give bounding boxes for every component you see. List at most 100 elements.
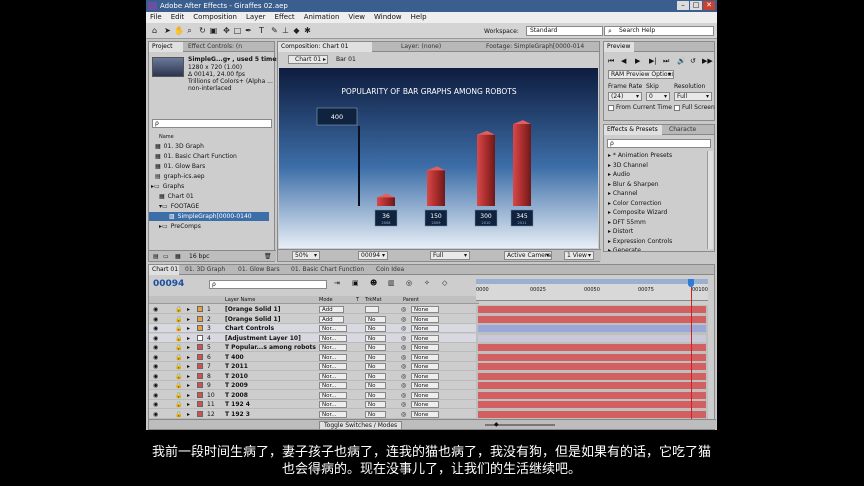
pen-tool-icon[interactable]: ✒ (244, 26, 253, 35)
layer-duration-bar[interactable] (478, 372, 706, 380)
lock-icon[interactable]: 🔒 (175, 334, 182, 343)
draft-3d-icon[interactable]: ▣ (352, 279, 359, 287)
zoom-slider-handle-icon[interactable]: ◆ (494, 421, 499, 428)
toggle-switches-modes-button[interactable]: Toggle Switches / Modes (319, 421, 403, 430)
visibility-eye-icon[interactable]: ◉ (153, 381, 158, 390)
rotate-tool-icon[interactable]: ↻ (198, 26, 207, 35)
expand-layer-icon[interactable]: ▸ (187, 315, 190, 324)
lock-icon[interactable]: 🔒 (175, 362, 182, 371)
layer-row[interactable]: ◉ 🔒 ▸ 9 T 2009 Nor... No ◎ None (149, 381, 479, 390)
layer-parent-dropdown[interactable]: None (411, 372, 440, 380)
visibility-eye-icon[interactable]: ◉ (153, 353, 158, 362)
menu-item-animation[interactable]: Animation (304, 12, 340, 23)
timeline-tab[interactable]: Coin Idea (373, 265, 415, 275)
label-color-swatch[interactable] (197, 353, 203, 360)
layer-mode-dropdown[interactable]: Nor... (319, 334, 348, 342)
new-comp-icon[interactable]: ▦ (175, 253, 181, 260)
play-icon[interactable]: ▶ (635, 56, 640, 66)
layer-mode-dropdown[interactable]: Nor... (319, 372, 348, 380)
expand-layer-icon[interactable]: ▸ (187, 372, 190, 381)
pickwhip-icon[interactable]: ◎ (401, 305, 406, 314)
workspace-dropdown[interactable]: Standard (526, 26, 603, 36)
tab-effects-presets[interactable]: Effects & Presets (604, 125, 662, 135)
expand-layer-icon[interactable]: ▸ (187, 324, 190, 333)
layer-row[interactable]: ◉ 🔒 ▸ 6 T 400 Nor... No ◎ None (149, 353, 479, 362)
layer-mode-dropdown[interactable]: Nor... (319, 382, 348, 389)
layer-row[interactable]: ◉ 🔒 ▸ 2 [Orange Solid 1] Add No ◎ None (149, 315, 479, 324)
layer-row[interactable]: ◉ 🔒 ▸ 3 Chart Controls Nor... No ◎ None (149, 324, 479, 333)
layer-row[interactable]: ◉ 🔒 ▸ 4 [Adjustment Layer 10] Nor... No ◎ None (149, 333, 479, 343)
timeline-tab[interactable]: 01. Basic Chart Function (288, 265, 370, 275)
label-color-swatch[interactable] (197, 306, 203, 312)
layer-parent-dropdown[interactable]: None (411, 334, 440, 342)
project-item[interactable]: ▨ SimpleGraph[0000-0140 (149, 212, 269, 221)
project-item[interactable]: ▸▭ PreComps (149, 222, 269, 231)
layer-row[interactable]: ◉ 🔒 ▸ 5 T Popular...s among robots Nor... No ◎ N… (149, 343, 479, 352)
effects-category[interactable]: ▸ Expression Controls (604, 237, 672, 246)
timeline-tab[interactable]: Chart 01 (149, 265, 179, 275)
layer-duration-bar[interactable] (478, 334, 706, 342)
label-color-swatch[interactable] (197, 410, 203, 417)
layer-duration-bar[interactable] (478, 315, 706, 323)
menu-item-layer[interactable]: Layer (246, 12, 266, 23)
menu-item-effect[interactable]: Effect (275, 12, 295, 23)
menu-item-help[interactable]: Help (411, 12, 427, 23)
layer-mode-dropdown[interactable]: Nor... (319, 401, 348, 408)
visibility-eye-icon[interactable]: ◉ (153, 315, 158, 324)
graph-editor-icon[interactable]: ◇ (442, 279, 447, 287)
view-layout-dropdown[interactable]: 1 View (564, 251, 594, 260)
label-color-swatch[interactable] (197, 401, 203, 407)
search-help-input[interactable]: ⌕ Search Help (604, 26, 714, 36)
effects-category[interactable]: ▸ Channel (604, 189, 638, 198)
layer-mode-dropdown[interactable]: Nor... (319, 410, 348, 418)
tab-layer[interactable]: Layer: (none) (398, 42, 458, 52)
last-frame-icon[interactable]: ⏭ (663, 56, 669, 66)
tab-preview[interactable]: Preview (604, 42, 634, 52)
resolution-dropdown[interactable]: Full (430, 251, 470, 260)
layer-duration-bar[interactable] (478, 391, 706, 399)
layer-trkmat-dropdown[interactable] (365, 306, 379, 313)
tab-character[interactable]: Characte (666, 125, 702, 135)
full-screen-checkbox[interactable] (674, 105, 680, 111)
effects-category[interactable]: ▸ Color Correction (604, 199, 662, 208)
pickwhip-icon[interactable]: ◎ (401, 334, 406, 343)
timeline-tab[interactable]: 01. 3D Graph (182, 265, 232, 275)
visibility-eye-icon[interactable]: ◉ (153, 410, 158, 419)
pan-behind-tool-icon[interactable]: ✥ (222, 26, 231, 35)
visibility-eye-icon[interactable]: ◉ (153, 305, 158, 314)
interpret-icon[interactable]: ▤ (153, 253, 159, 260)
layer-mode-dropdown[interactable]: Nor... (319, 344, 348, 351)
project-item[interactable]: ▦ 01. 3D Graph (149, 142, 269, 151)
label-color-swatch[interactable] (197, 363, 203, 369)
layer-duration-bar[interactable] (478, 306, 706, 313)
menu-item-view[interactable]: View (348, 12, 365, 23)
home-icon[interactable]: ⌂ (150, 26, 159, 35)
layer-trkmat-dropdown[interactable]: No (365, 401, 387, 408)
effects-category[interactable]: ▸ DFT 55mm (604, 218, 646, 227)
mask-tool-icon[interactable]: □ (233, 26, 242, 35)
effects-search-input[interactable]: ρ (607, 139, 711, 148)
shy-icon[interactable]: ☻ (370, 279, 377, 287)
effects-category[interactable]: ▸ Blur & Sharpen (604, 180, 659, 189)
lock-icon[interactable]: 🔒 (175, 372, 182, 381)
breadcrumb-bar01[interactable]: Bar 01 (333, 55, 359, 64)
time-ruler[interactable]: 0000 00025 00050 00075 00100 (476, 279, 708, 301)
ram-preview-options-dropdown[interactable]: RAM Preview Options (608, 70, 674, 79)
layer-trkmat-dropdown[interactable]: No (365, 372, 387, 380)
zoom-tool-icon[interactable]: ⌕ (185, 26, 194, 35)
expand-layer-icon[interactable]: ▸ (187, 362, 190, 371)
layer-duration-bar[interactable] (478, 344, 706, 351)
timecode-field[interactable]: 00094 (358, 251, 388, 260)
pickwhip-icon[interactable]: ◎ (401, 343, 406, 352)
layer-trkmat-dropdown[interactable]: No (365, 410, 387, 418)
timeline-timecode[interactable]: 00094 (153, 279, 184, 289)
menu-item-composition[interactable]: Composition (193, 12, 237, 23)
label-color-swatch[interactable] (197, 372, 203, 379)
layer-mode-dropdown[interactable]: Nor... (319, 353, 348, 361)
new-folder-icon[interactable]: ▭ (163, 253, 169, 260)
from-current-checkbox[interactable] (608, 105, 614, 111)
layer-mode-dropdown[interactable]: Nor... (319, 391, 348, 399)
motion-blur-icon[interactable]: ◎ (406, 279, 412, 287)
layer-row[interactable]: ◉ 🔒 ▸ 11 T 192 4 Nor... No ◎ None (149, 400, 479, 409)
close-button[interactable]: ✕ (703, 1, 715, 10)
